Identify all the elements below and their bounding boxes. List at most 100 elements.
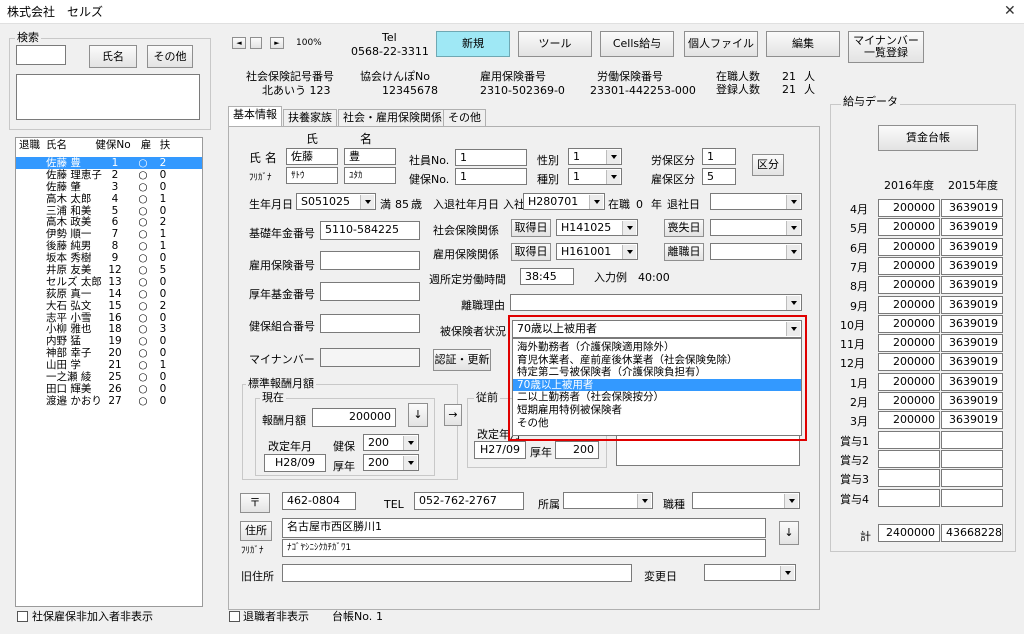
tel-field[interactable]: 052-762-2767 (414, 492, 524, 510)
leave-date-select[interactable] (710, 193, 802, 210)
prev-record-button[interactable] (250, 37, 262, 49)
job-select[interactable] (692, 492, 800, 509)
salary-2015-cell[interactable]: 3639019 (941, 314, 1003, 333)
salary-2016-cell[interactable]: 200000 (878, 334, 940, 353)
name-mei-field[interactable]: 豊 (344, 148, 396, 165)
chevron-down-icon[interactable] (360, 195, 374, 209)
close-icon[interactable]: ✕ (1004, 4, 1016, 18)
table-row[interactable]: 神部 幸子 20 ○ 0 (16, 347, 202, 359)
table-row[interactable]: 伊勢 順一 7 ○ 1 (16, 228, 202, 240)
search-result-box[interactable] (16, 74, 200, 120)
health-select[interactable]: 200 (363, 434, 419, 451)
table-row[interactable]: 渡邉 かおり 27 ○ 0 (16, 395, 202, 407)
union-no-field[interactable] (320, 314, 420, 333)
table-row[interactable]: セルズ 太郎 13 ○ 0 (16, 276, 202, 288)
salary-2016-cell[interactable] (878, 430, 940, 449)
hide-uninsured-checkbox[interactable] (17, 611, 28, 622)
table-row[interactable]: 佐藤 豊 1 ○ 2 (16, 157, 202, 169)
edit-button[interactable]: 編集 (766, 31, 840, 57)
labor-kubun-field[interactable]: 1 (702, 148, 736, 165)
table-row[interactable]: 大石 弘文 15 ○ 2 (16, 300, 202, 312)
table-row[interactable]: 荻原 真一 14 ○ 0 (16, 288, 202, 300)
address-kana-field[interactable]: ﾅｺﾞﾔｼﾆｼｸｶﾁｶﾞﾜ1 (282, 539, 766, 557)
table-row[interactable]: 高木 政美 6 ○ 2 (16, 216, 202, 229)
salary-2016-cell[interactable]: 200000 (878, 392, 940, 410)
chevron-down-icon[interactable] (403, 456, 417, 470)
monthly-down-button[interactable]: ↓ (408, 403, 428, 427)
monthly-field[interactable]: 200000 (312, 408, 396, 427)
table-row[interactable]: 志平 小雪 16 ○ 0 (16, 312, 202, 324)
chevron-down-icon[interactable] (786, 221, 800, 235)
salary-2015-cell[interactable]: 3639019 (941, 256, 1003, 275)
wage-ledger-button[interactable]: 賃金台帳 (878, 125, 978, 151)
table-row[interactable]: 佐藤 理恵子 2 ○ 0 (16, 169, 202, 181)
social-get-select[interactable]: H141025 (556, 219, 638, 236)
chevron-down-icon[interactable] (784, 494, 798, 508)
tab-dependents[interactable]: 扶養家族 (283, 109, 337, 126)
table-row[interactable]: 一之瀬 綾 25 ○ 0 (16, 371, 202, 383)
birth-select[interactable]: S051025 (296, 193, 376, 210)
salary-2016-cell[interactable]: 200000 (878, 295, 940, 314)
next-record-button[interactable]: ► (270, 37, 284, 49)
salary-2015-cell[interactable]: 3639019 (941, 353, 1003, 372)
kana-mei-field[interactable]: ﾕﾀｶ (344, 167, 396, 184)
salary-2015-cell[interactable]: 3639019 (941, 218, 1003, 237)
kenpo-no-field[interactable]: 1 (455, 168, 527, 185)
table-row[interactable]: 田口 輝美 26 ○ 0 (16, 383, 202, 395)
pension-no-field[interactable]: 5110-584225 (320, 221, 420, 240)
leave-reason-select[interactable] (510, 294, 802, 311)
employ-leave-select[interactable] (710, 243, 802, 260)
salary-2016-cell[interactable]: 200000 (878, 237, 940, 256)
first-record-button[interactable]: ◄ (232, 37, 246, 49)
cells-salary-button[interactable]: Cells給与 (600, 31, 674, 57)
employ-leave-button[interactable]: 離職日 (664, 243, 704, 261)
kubun-button[interactable]: 区分 (752, 154, 784, 176)
chevron-down-icon[interactable] (786, 296, 800, 310)
salary-2016-cell[interactable]: 200000 (878, 372, 940, 391)
salary-2016-cell[interactable]: 200000 (878, 411, 940, 430)
salary-2015-cell[interactable] (941, 488, 1003, 507)
salary-2015-cell[interactable] (941, 449, 1003, 468)
social-loss-button[interactable]: 喪失日 (664, 219, 704, 237)
kind-select[interactable]: 1 (568, 168, 622, 185)
salary-2016-cell[interactable] (878, 449, 940, 468)
change-date-select[interactable] (704, 564, 796, 581)
salary-2016-cell[interactable]: 200000 (878, 276, 940, 295)
hours-field[interactable]: 38:45 (520, 268, 574, 285)
table-row[interactable]: 高木 太郎 4 ○ 1 (16, 193, 202, 205)
salary-2016-cell[interactable]: 200000 (878, 314, 940, 333)
mynumber-field[interactable] (320, 348, 420, 367)
tool-button[interactable]: ツール (518, 31, 592, 57)
pension-std-select[interactable]: 200 (363, 454, 419, 471)
address-field[interactable]: 名古屋市西区勝川1 (282, 518, 766, 538)
salary-2015-cell[interactable]: 3639019 (941, 199, 1003, 217)
postal-field[interactable]: 462-0804 (282, 492, 356, 510)
salary-2015-cell[interactable]: 3639019 (941, 276, 1003, 295)
table-row[interactable]: 後藤 純男 8 ○ 1 (16, 240, 202, 252)
new-button[interactable]: 新規 (436, 31, 510, 57)
chevron-down-icon[interactable] (606, 150, 620, 164)
social-get-button[interactable]: 取得日 (511, 219, 551, 237)
social-loss-select[interactable] (710, 219, 802, 236)
copy-right-button[interactable]: → (444, 404, 462, 426)
kana-sei-field[interactable]: ｻﾄｳ (286, 167, 338, 184)
salary-2016-cell[interactable]: 200000 (878, 353, 940, 372)
table-row[interactable]: 小柳 雅也 18 ○ 3 (16, 323, 202, 336)
chevron-down-icon[interactable] (622, 221, 636, 235)
salary-2015-cell[interactable]: 3639019 (941, 334, 1003, 353)
salary-2016-cell[interactable]: 200000 (878, 218, 940, 237)
salary-2015-cell[interactable] (941, 430, 1003, 449)
chevron-down-icon[interactable] (786, 195, 800, 209)
hide-retired-checkbox[interactable] (229, 611, 240, 622)
table-row[interactable]: 三浦 和美 5 ○ 0 (16, 205, 202, 217)
table-row[interactable]: 内野 猛 19 ○ 0 (16, 335, 202, 347)
old-address-field[interactable] (282, 564, 632, 582)
employ-get-select[interactable]: H161001 (556, 243, 638, 260)
auth-update-button[interactable]: 認証・更新 (433, 349, 491, 371)
name-search-button[interactable]: 氏名 (89, 45, 137, 68)
chevron-down-icon[interactable] (589, 195, 603, 209)
chevron-down-icon[interactable] (403, 436, 417, 450)
employ-get-button[interactable]: 取得日 (511, 243, 551, 261)
salary-2016-cell[interactable] (878, 488, 940, 507)
salary-2016-cell[interactable] (878, 469, 940, 488)
